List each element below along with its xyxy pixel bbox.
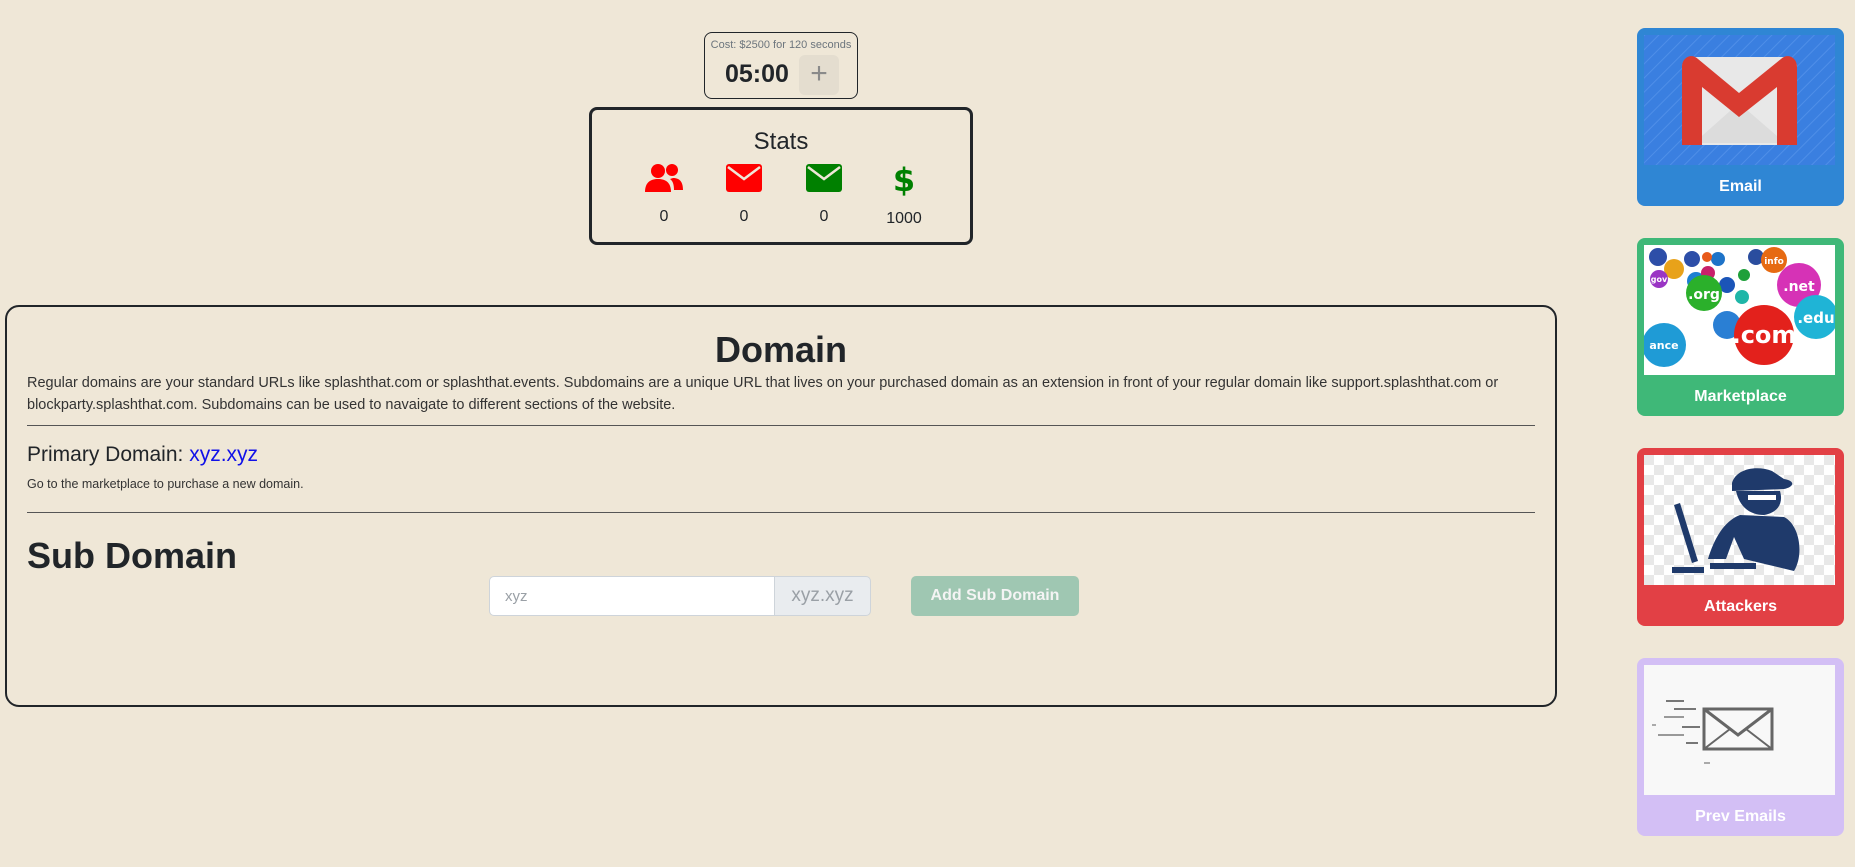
- marketplace-card[interactable]: .org .com .net .edu info gov ance Market…: [1637, 238, 1844, 416]
- sub-domain-suffix: xyz.xyz: [775, 576, 871, 616]
- marketplace-note: Go to the marketplace to purchase a new …: [27, 477, 304, 491]
- marketplace-card-label: Marketplace: [1694, 388, 1787, 405]
- domain-description: Regular domains are your standard URLs l…: [27, 375, 1499, 413]
- timer-box: Cost: $2500 for 120 seconds 05:00 +: [704, 32, 858, 99]
- attackers-card[interactable]: Attackers: [1637, 448, 1844, 626]
- svg-text:$: $: [893, 162, 915, 196]
- attackers-card-label: Attackers: [1704, 598, 1777, 615]
- stat-users-value: 0: [659, 208, 669, 225]
- bubble-label: .org: [1688, 287, 1720, 303]
- bubble-label: ance: [1649, 339, 1678, 352]
- timer-display: 05:00: [725, 60, 789, 88]
- stat-mail-green: 0: [784, 162, 864, 226]
- stat-mail-red-value: 0: [739, 208, 749, 225]
- users-icon: [645, 164, 683, 192]
- email-card-label: Email: [1719, 178, 1762, 195]
- bubble-label: .com: [1732, 321, 1797, 349]
- add-time-button[interactable]: +: [799, 55, 839, 95]
- divider: [27, 425, 1535, 426]
- domain-bubbles-image: .org .com .net .edu info gov ance: [1644, 245, 1835, 375]
- divider: [27, 512, 1535, 513]
- timer-cost-text: Cost: $2500 for 120 seconds: [710, 39, 852, 51]
- stat-users: 0: [624, 162, 704, 226]
- gmail-icon: [1644, 35, 1835, 165]
- mail-icon: [806, 164, 842, 192]
- sub-domain-title: Sub Domain: [27, 535, 238, 576]
- bubble-label: .net: [1783, 279, 1815, 295]
- prev-emails-card[interactable]: Prev Emails: [1637, 658, 1844, 836]
- domain-panel: Domain Regular domains are your standard…: [5, 305, 1557, 707]
- stat-money-value: 1000: [886, 210, 922, 227]
- primary-domain: Primary Domain: xyz.xyz: [27, 443, 258, 467]
- prev-emails-card-label: Prev Emails: [1695, 808, 1786, 825]
- stats-panel: Stats 0 0 0 $ 1000: [589, 107, 973, 245]
- stat-money: $ 1000: [864, 162, 944, 228]
- sent-mail-icon: [1644, 665, 1835, 795]
- mail-icon: [726, 164, 762, 192]
- add-sub-domain-button[interactable]: Add Sub Domain: [911, 576, 1079, 616]
- email-card[interactable]: Email: [1637, 28, 1844, 206]
- primary-domain-value: xyz.xyz: [189, 443, 259, 466]
- bubble-label: .edu: [1797, 309, 1834, 327]
- stats-title: Stats: [753, 128, 809, 155]
- domain-title: Domain: [714, 329, 847, 370]
- bubble-label: gov: [1651, 275, 1668, 284]
- stat-mail-red: 0: [704, 162, 784, 226]
- stat-mail-green-value: 0: [819, 208, 829, 225]
- hacker-icon: [1644, 455, 1835, 585]
- dollar-icon: $: [893, 162, 915, 196]
- sub-domain-input[interactable]: [489, 576, 775, 616]
- bubble-label: info: [1764, 257, 1784, 267]
- primary-domain-label: Primary Domain:: [27, 443, 190, 466]
